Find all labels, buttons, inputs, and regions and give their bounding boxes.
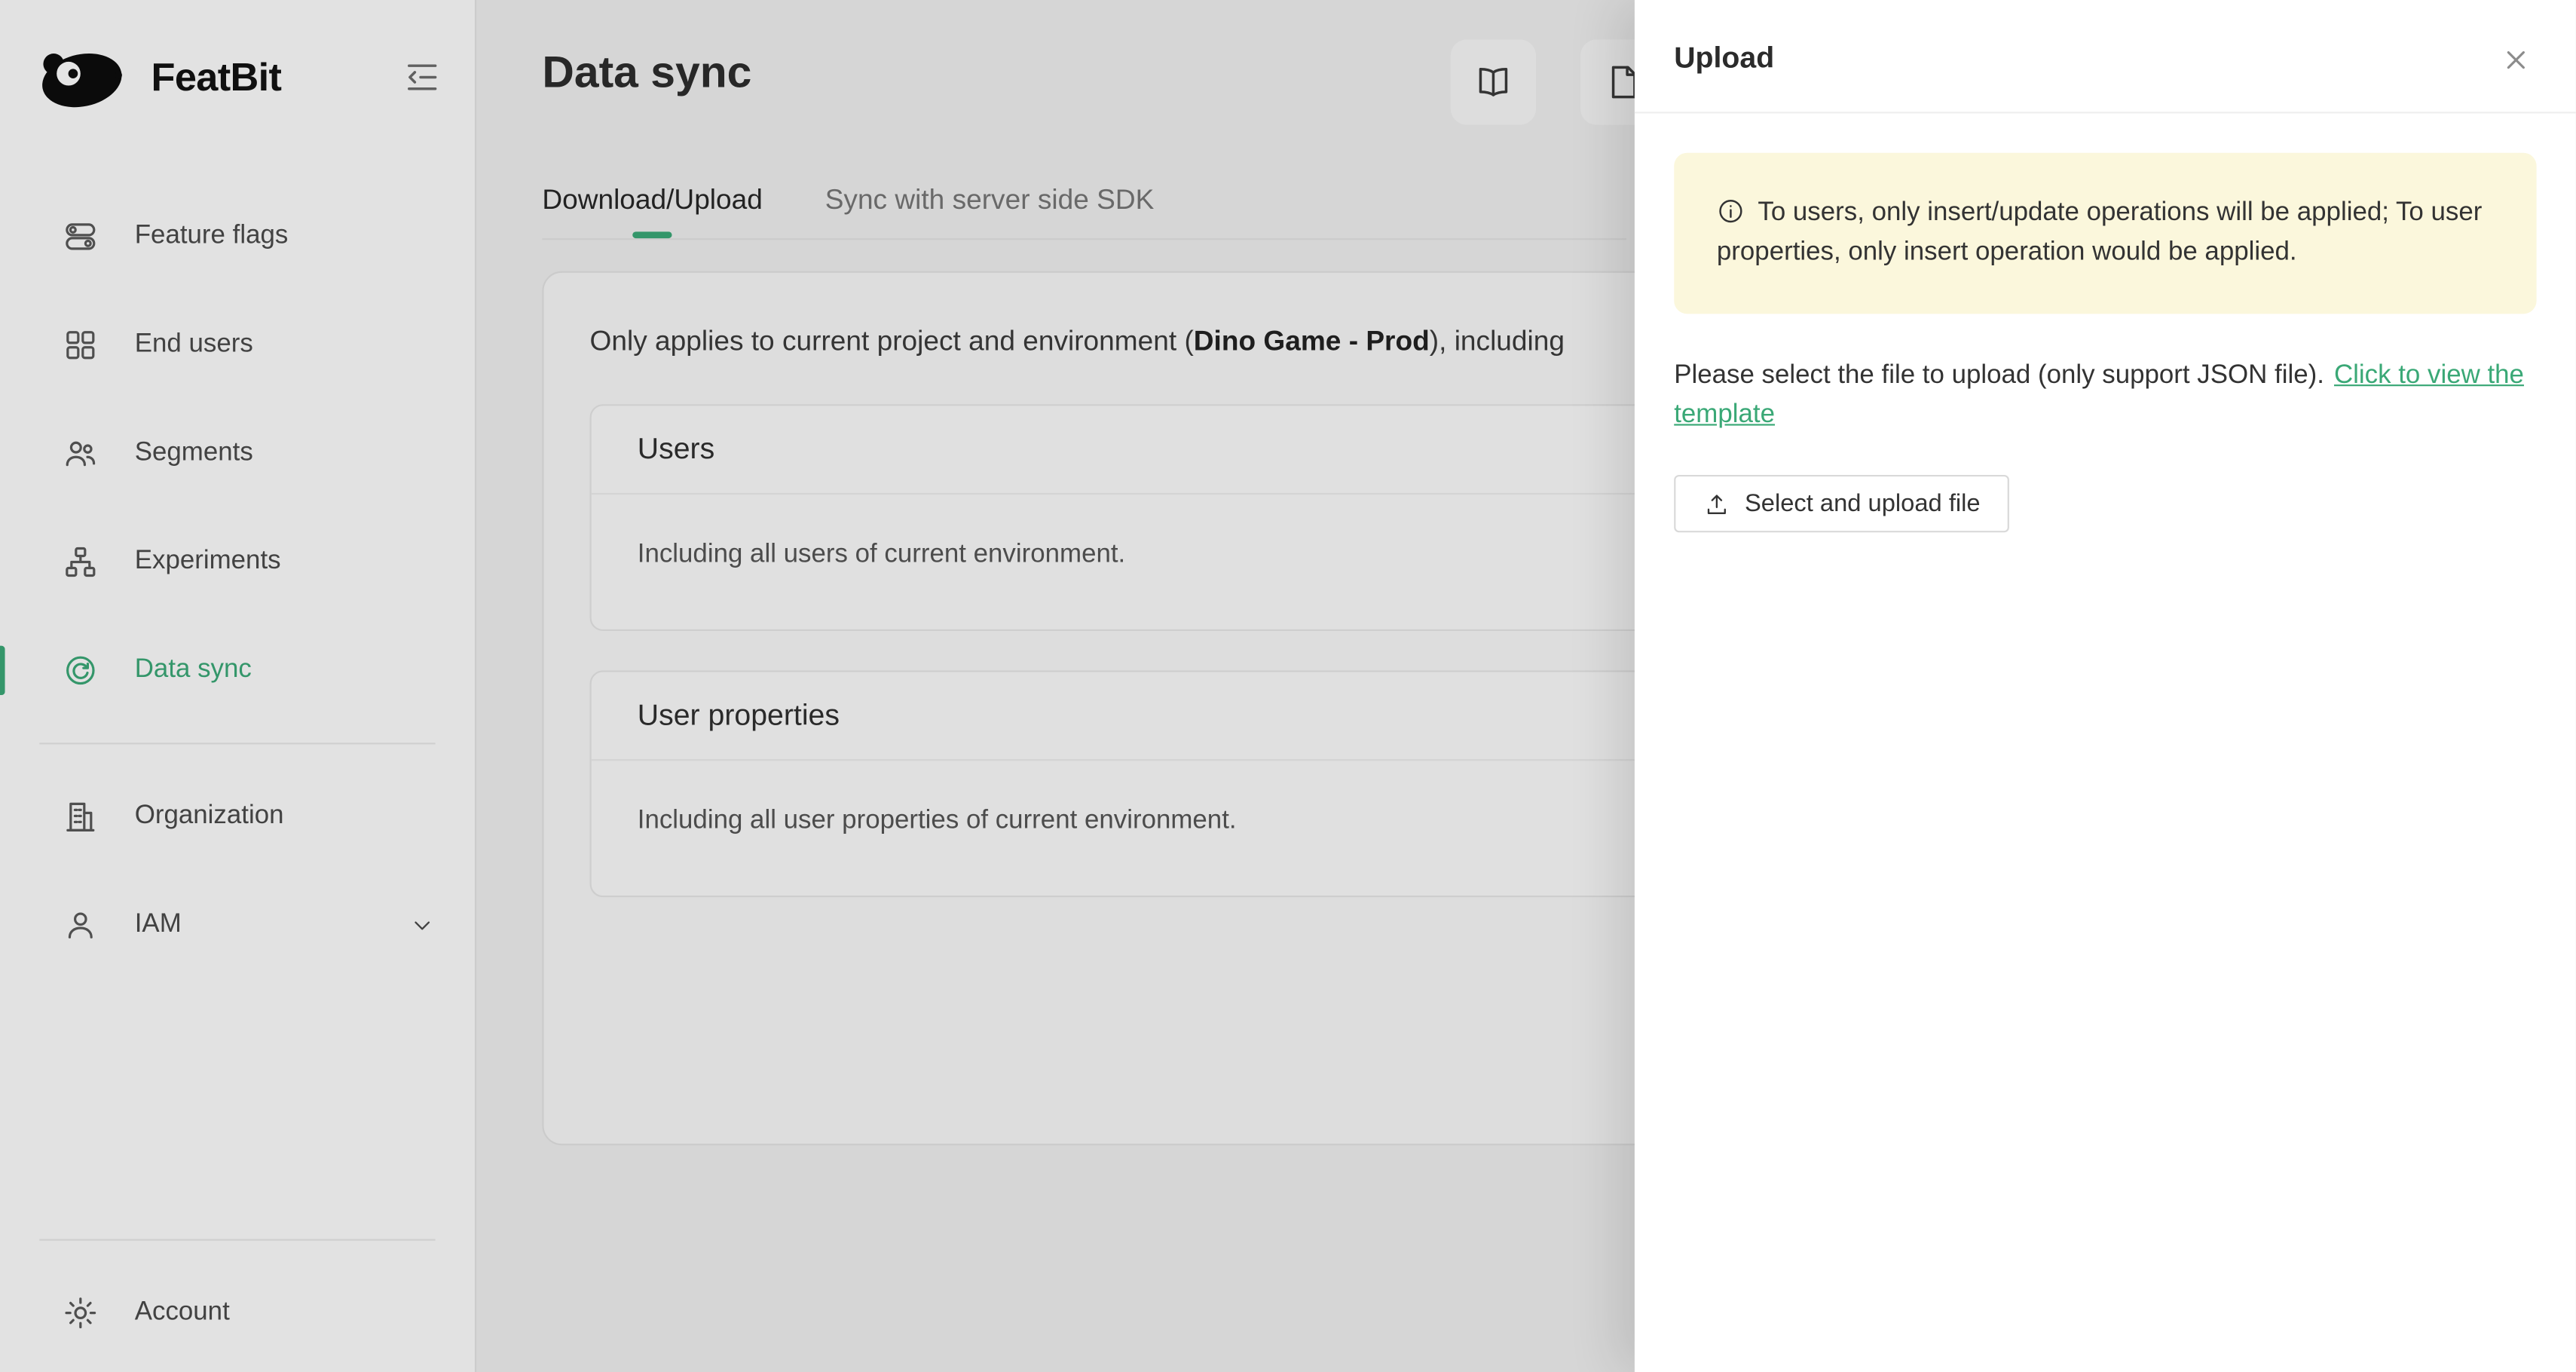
info-alert: To users, only insert/update operations … (1674, 153, 2536, 314)
drawer-header: Upload (1635, 0, 2576, 113)
upload-button-label: Select and upload file (1745, 490, 1981, 518)
instruction-text: Please select the file to upload (only s… (1674, 362, 2324, 390)
drawer-body: To users, only insert/update operations … (1635, 113, 2576, 571)
drawer-title: Upload (1674, 41, 1774, 74)
upload-icon (1703, 491, 1730, 517)
close-icon[interactable] (2495, 39, 2536, 85)
app-window: FeatBit Feature flags End users (0, 0, 2576, 1372)
upload-drawer: Upload To users, only insert/update oper… (1635, 0, 2576, 1372)
alert-text: To users, only insert/update operations … (1717, 199, 2482, 266)
info-icon (1717, 198, 1745, 225)
upload-button[interactable]: Select and upload file (1674, 475, 2010, 532)
upload-instruction: Please select the file to upload (only s… (1674, 357, 2536, 436)
